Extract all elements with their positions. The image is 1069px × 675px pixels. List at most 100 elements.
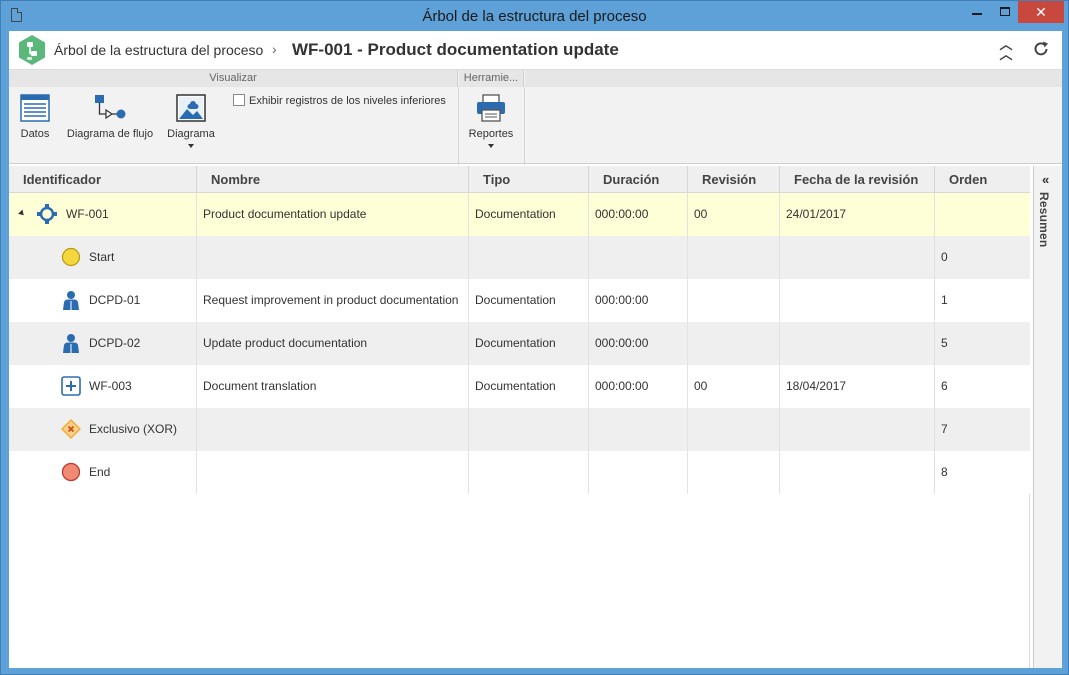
- minimize-icon: [972, 13, 982, 15]
- column-header-fecha-revision[interactable]: Fecha de la revisión: [780, 166, 935, 193]
- process-tree-grid: Identificador Nombre Tipo Duración Revis…: [9, 166, 1030, 668]
- show-lower-levels-checkbox[interactable]: Exhibir registros de los niveles inferio…: [233, 94, 446, 107]
- chevron-down-icon: [188, 144, 194, 148]
- cell-nombre: Document translation: [197, 365, 469, 408]
- activity-user-icon: [63, 291, 79, 310]
- reportes-dropdown-button[interactable]: Reportes: [465, 94, 517, 148]
- cell-duracion: [589, 236, 688, 279]
- app-window: Árbol de la estructura del proceso ✕ Árb…: [0, 0, 1069, 675]
- maximize-icon: [1000, 7, 1010, 16]
- cell-fecha-revision: [780, 451, 935, 494]
- window-content: Árbol de la estructura del proceso › WF-…: [9, 31, 1062, 668]
- subprocess-icon: [61, 376, 81, 396]
- cell-identificador: WF-001: [9, 193, 197, 236]
- cell-revision: [688, 322, 780, 365]
- diagrama-de-flujo-button[interactable]: Diagrama de flujo: [65, 94, 155, 140]
- cell-duracion: 000:00:00: [589, 279, 688, 322]
- cell-revision: [688, 451, 780, 494]
- double-chevron-left-icon[interactable]: «: [1042, 172, 1049, 187]
- start-event-icon: [61, 247, 81, 267]
- ribbon-toolbar: Visualizar Herramie... Datos Diagrama de…: [9, 69, 1062, 165]
- cell-duracion: 000:00:00: [589, 365, 688, 408]
- checkbox-label: Exhibir registros de los niveles inferio…: [249, 95, 446, 107]
- cell-identificador: WF-003: [9, 365, 197, 408]
- column-header-identificador[interactable]: Identificador: [9, 166, 197, 193]
- cell-orden: 0: [941, 250, 948, 264]
- minimize-button[interactable]: [963, 1, 991, 23]
- cell-revision: 00: [688, 365, 780, 408]
- cell-tipo: Documentation: [469, 279, 589, 322]
- expand-collapse-icon[interactable]: [18, 209, 26, 218]
- summary-panel-label[interactable]: Resumen: [1037, 192, 1051, 247]
- column-header-revision[interactable]: Revisión: [688, 166, 780, 193]
- cell-identificador: DCPD-01: [9, 279, 197, 322]
- refresh-button[interactable]: [1031, 40, 1051, 60]
- activity-user-icon: [63, 334, 79, 353]
- process-tree-logo-icon: [19, 35, 45, 65]
- close-button[interactable]: ✕: [1018, 1, 1064, 23]
- cell-duracion: [589, 408, 688, 451]
- cell-identificador: Exclusivo (XOR): [9, 408, 197, 451]
- datos-button[interactable]: Datos: [17, 94, 53, 140]
- ribbon-divider: [458, 87, 459, 165]
- cell-revision: [688, 408, 780, 451]
- page-header: Árbol de la estructura del proceso › WF-…: [9, 31, 1062, 69]
- table-row[interactable]: WF-001 Product documentation update Docu…: [9, 193, 1030, 236]
- table-row[interactable]: DCPD-01 Request improvement in product d…: [9, 279, 1030, 322]
- cell-tipo: [469, 408, 589, 451]
- ribbon-divider: [524, 87, 525, 165]
- cell-identificador: Start: [9, 236, 197, 279]
- table-row[interactable]: Exclusivo (XOR) 7: [9, 408, 1030, 451]
- cell-orden: [935, 193, 1030, 236]
- column-header-nombre[interactable]: Nombre: [197, 166, 469, 193]
- cell-duracion: [589, 451, 688, 494]
- ribbon-group-visualizar: Visualizar: [9, 70, 458, 87]
- cell-nombre: [197, 451, 469, 494]
- end-event-icon: [61, 462, 81, 482]
- reportes-label: Reportes: [468, 128, 514, 140]
- page-title: WF-001 - Product documentation update: [292, 40, 619, 59]
- cell-nombre: Update product documentation: [197, 322, 469, 365]
- row-identifier: DCPD-01: [89, 293, 141, 307]
- cell-identificador: End: [9, 451, 197, 494]
- cell-revision: [688, 279, 780, 322]
- table-row[interactable]: End 8: [9, 451, 1030, 494]
- cell-tipo: Documentation: [469, 365, 589, 408]
- column-header-tipo[interactable]: Tipo: [469, 166, 589, 193]
- row-identifier: Start: [89, 250, 115, 264]
- table-row[interactable]: WF-003 Document translation Documentatio…: [9, 365, 1030, 408]
- column-header-orden[interactable]: Orden: [935, 166, 1030, 193]
- chevron-down-icon: [488, 144, 494, 148]
- cell-fecha-revision: 24/01/2017: [780, 193, 935, 236]
- checkbox-box[interactable]: [233, 94, 245, 106]
- ribbon-group-herramientas: Herramie...: [459, 70, 524, 87]
- cell-orden: 6: [941, 379, 948, 393]
- diagrama-dropdown-button[interactable]: Diagrama: [165, 94, 217, 148]
- cell-nombre: Request improvement in product documenta…: [197, 279, 469, 322]
- cell-revision: [688, 236, 780, 279]
- table-row[interactable]: DCPD-02 Update product documentation Doc…: [9, 322, 1030, 365]
- printer-icon: [477, 94, 505, 122]
- title-bar: Árbol de la estructura del proceso ✕: [1, 1, 1068, 31]
- breadcrumb[interactable]: Árbol de la estructura del proceso: [54, 42, 263, 58]
- datos-label: Datos: [20, 128, 50, 140]
- process-icon: [37, 204, 57, 224]
- grid-header: Identificador Nombre Tipo Duración Revis…: [9, 166, 1030, 193]
- cell-duracion: 000:00:00: [589, 193, 688, 236]
- xor-gateway-icon: [61, 419, 81, 439]
- collapse-header-button[interactable]: ︿ ︿: [996, 38, 1016, 61]
- table-row[interactable]: Start 0: [9, 236, 1030, 279]
- cell-nombre: [197, 236, 469, 279]
- diagrama-label: Diagrama: [167, 128, 215, 140]
- summary-side-panel[interactable]: « Resumen: [1033, 166, 1062, 668]
- maximize-button[interactable]: [991, 1, 1019, 23]
- cell-identificador: DCPD-02: [9, 322, 197, 365]
- column-header-duracion[interactable]: Duración: [589, 166, 688, 193]
- cell-fecha-revision: [780, 279, 935, 322]
- cell-nombre: Product documentation update: [197, 193, 469, 236]
- ribbon-group-spacer: [525, 70, 1062, 87]
- cell-revision: 00: [688, 193, 780, 236]
- cell-tipo: [469, 236, 589, 279]
- cell-orden: 8: [941, 465, 948, 479]
- breadcrumb-separator: ›: [272, 41, 277, 57]
